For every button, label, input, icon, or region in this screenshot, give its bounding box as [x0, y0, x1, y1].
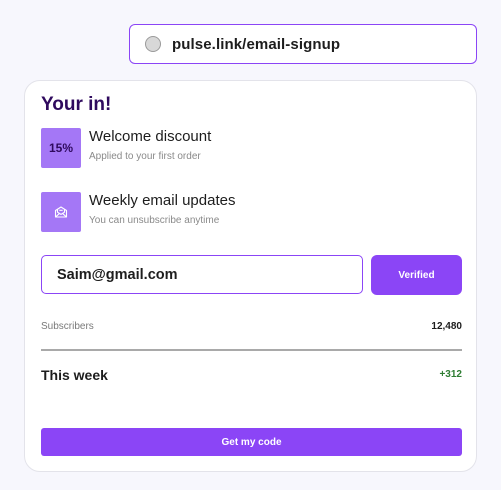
benefit-weekly-updates: Weekly email updates You can unsubscribe… — [41, 192, 461, 232]
site-status-icon — [145, 36, 161, 52]
benefit-subtitle: You can unsubscribe anytime — [89, 215, 220, 226]
this-week-row: This week +312 — [41, 367, 462, 385]
email-field[interactable] — [41, 255, 363, 294]
verified-button[interactable]: Verified — [371, 255, 462, 295]
benefit-title: Welcome discount — [89, 128, 212, 145]
benefit-welcome-discount: 15% Welcome discount Applied to your fir… — [41, 128, 461, 168]
mail-badge — [41, 192, 81, 232]
subscribers-label: Subscribers — [41, 321, 94, 332]
benefit-title: Weekly email updates — [89, 192, 236, 209]
this-week-value: +312 — [439, 369, 462, 380]
address-url: pulse.link/email-signup — [172, 35, 341, 53]
address-bar[interactable]: pulse.link/email-signup — [129, 24, 477, 64]
discount-badge: 15% — [41, 128, 81, 168]
mail-open-icon — [54, 206, 68, 218]
subscribers-value: 12,480 — [431, 321, 462, 332]
benefit-subtitle: Applied to your first order — [89, 151, 201, 162]
stats-divider — [41, 349, 462, 351]
this-week-label: This week — [41, 367, 108, 383]
get-my-code-button[interactable]: Get my code — [41, 428, 462, 456]
discount-badge-text: 15% — [48, 141, 74, 155]
signup-card: Your in! 15% Welcome discount Applied to… — [24, 80, 477, 472]
subscribers-row: Subscribers 12,480 — [41, 321, 462, 335]
card-title: Your in! — [41, 94, 112, 115]
